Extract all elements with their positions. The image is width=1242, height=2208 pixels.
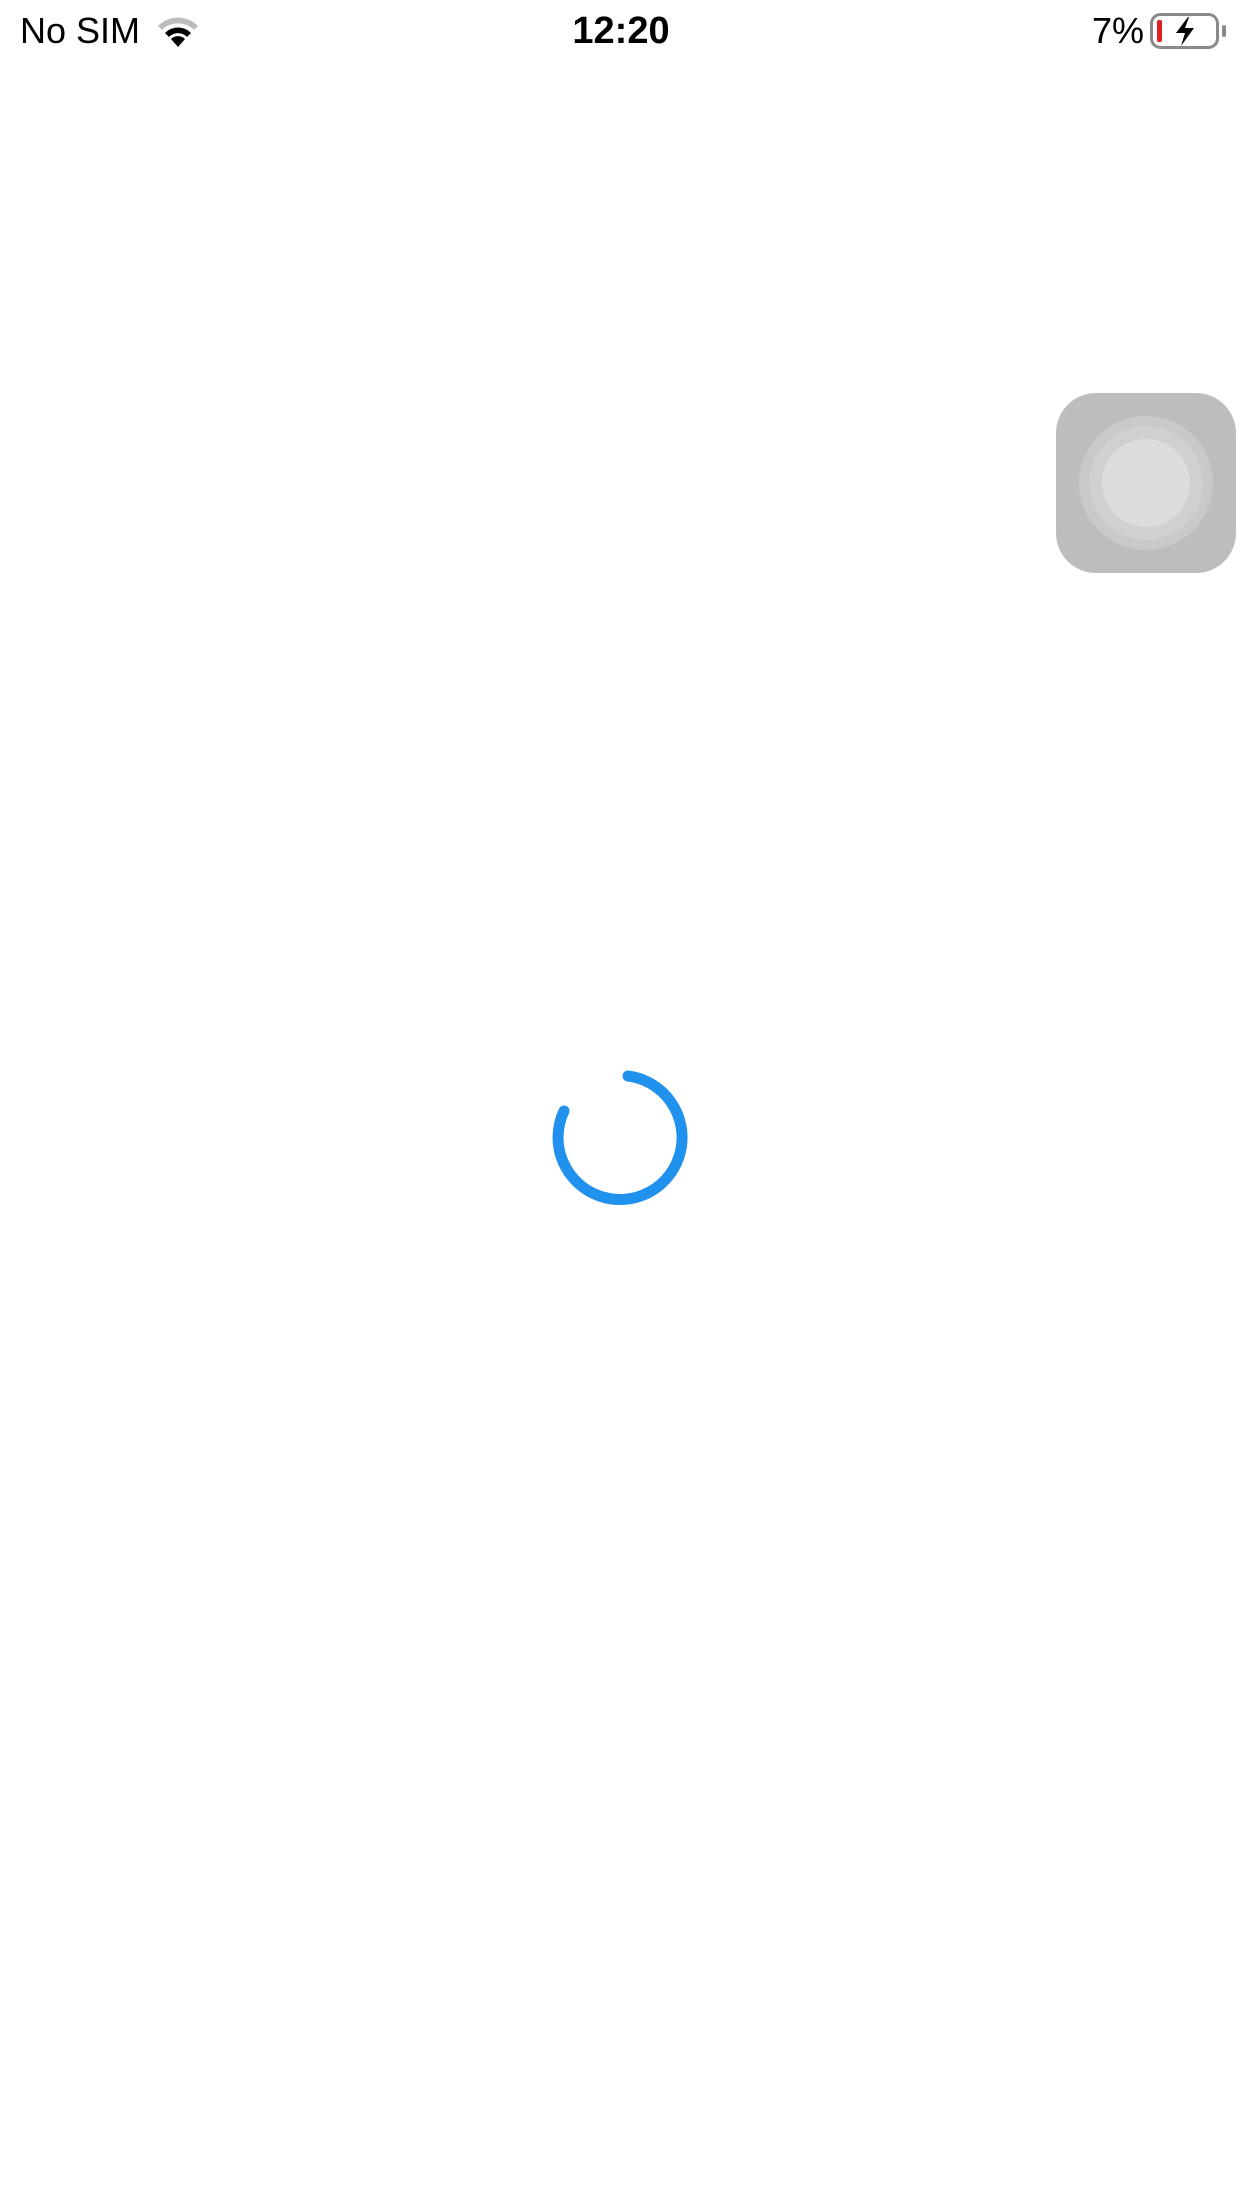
assistive-touch-icon (1102, 439, 1190, 527)
loading-spinner-icon (551, 1066, 691, 1206)
status-bar: No SIM 12:20 7% (0, 0, 1242, 62)
status-clock: 12:20 (572, 10, 670, 52)
battery-charging-icon (1150, 12, 1228, 50)
app-screen: No SIM 12:20 7% (0, 0, 1242, 2208)
battery-percentage: 7% (1091, 10, 1144, 51)
assistive-touch-button[interactable] (1056, 393, 1236, 573)
